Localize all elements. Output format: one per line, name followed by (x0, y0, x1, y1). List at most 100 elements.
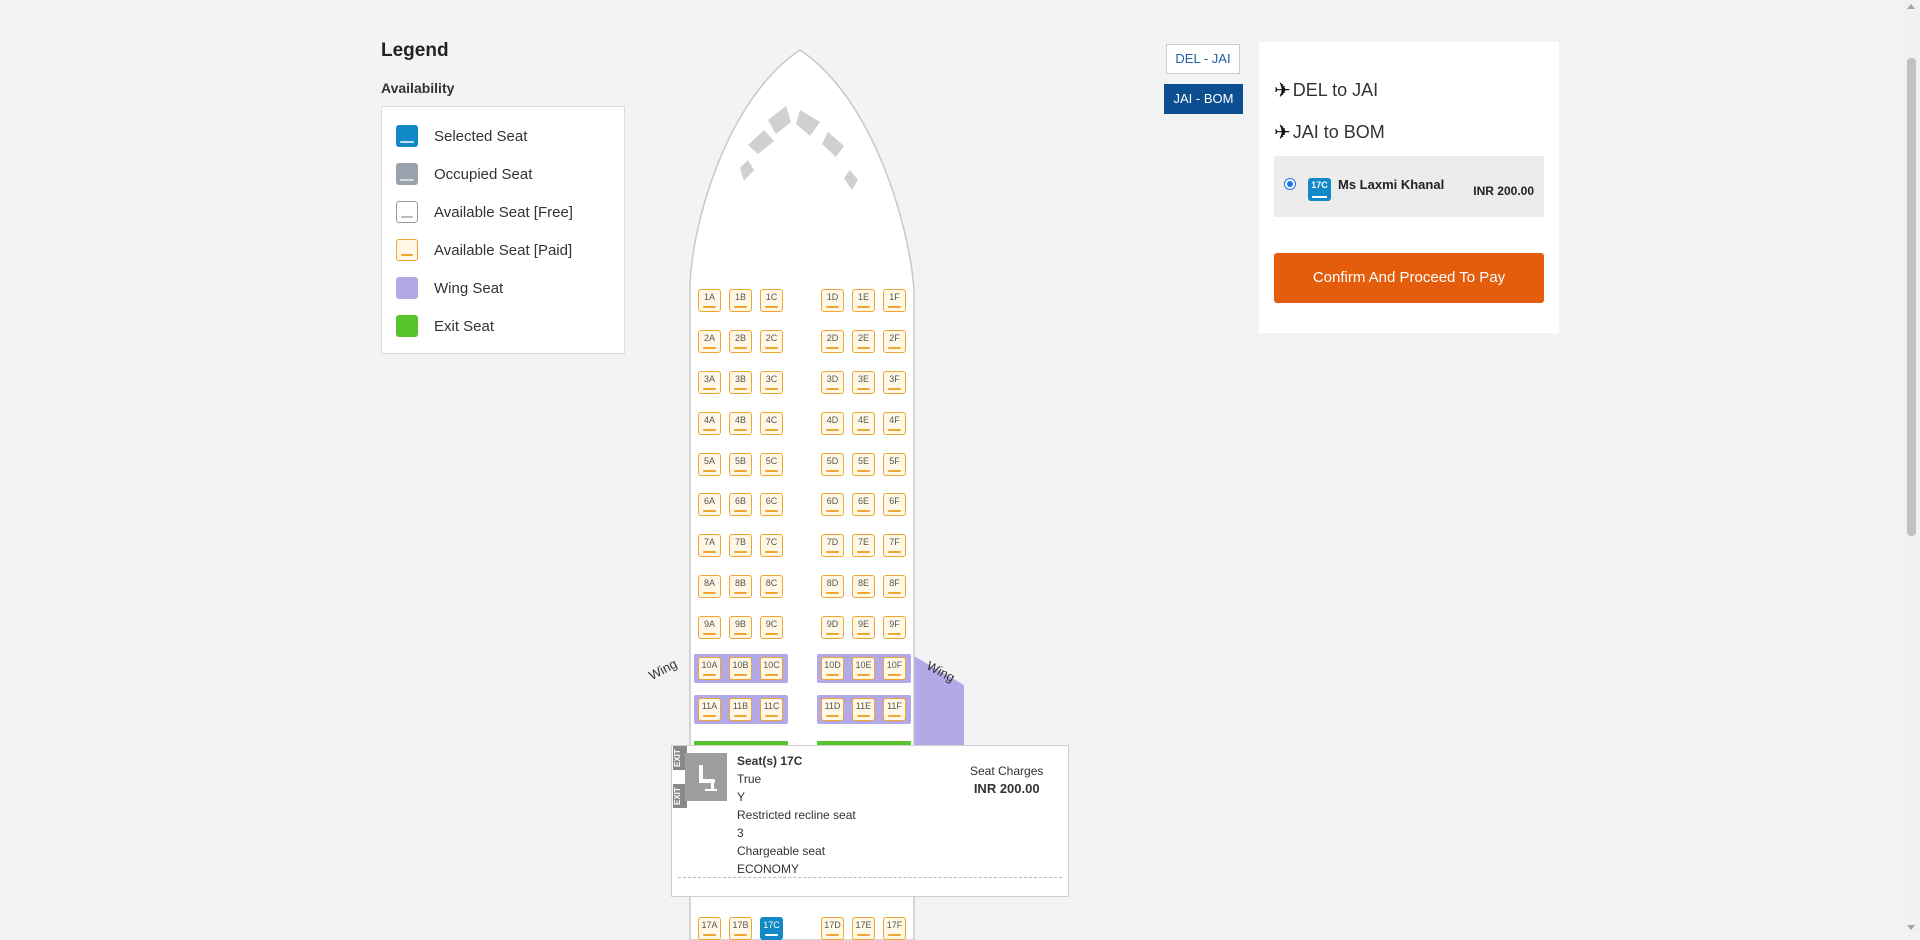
seat-2d[interactable]: 2D (821, 330, 844, 353)
seat-1b[interactable]: 1B (729, 289, 752, 312)
seat-17e[interactable]: 17E (852, 917, 875, 940)
passenger-seat-price: INR 200.00 (1473, 184, 1534, 198)
seat-6e[interactable]: 6E (852, 493, 875, 516)
paid-seat-swatch (396, 239, 418, 261)
seat-9b[interactable]: 9B (729, 616, 752, 639)
seat-9a[interactable]: 9A (698, 616, 721, 639)
seat-info-line: ECONOMY (737, 862, 800, 876)
seat-10c[interactable]: 10C (760, 657, 783, 680)
seat-summary-panel: ✈ DEL to JAI ✈ JAI to BOM 17C Ms Laxmi K… (1259, 42, 1559, 333)
tab-del-jai[interactable]: DEL - JAI (1166, 44, 1240, 74)
seat-3f[interactable]: 3F (883, 371, 906, 394)
scroll-up-arrow-icon[interactable] (1907, 4, 1915, 9)
legend-label: Selected Seat (434, 127, 528, 145)
scroll-thumb[interactable] (1907, 58, 1916, 536)
seat-3c[interactable]: 3C (760, 371, 783, 394)
seat-7a[interactable]: 7A (698, 534, 721, 557)
route-label: JAI to BOM (1292, 122, 1385, 142)
legend-subtitle: Availability (381, 80, 455, 96)
passenger-name: Ms Laxmi Khanal (1338, 177, 1445, 192)
seat-11a[interactable]: 11A (698, 698, 721, 721)
seat-2e[interactable]: 2E (852, 330, 875, 353)
seat-1d[interactable]: 1D (821, 289, 844, 312)
legend-label: Available Seat [Paid] (434, 241, 573, 259)
seat-8d[interactable]: 8D (821, 575, 844, 598)
seat-5c[interactable]: 5C (760, 453, 783, 476)
seat-1e[interactable]: 1E (852, 289, 875, 312)
seat-1f[interactable]: 1F (883, 289, 906, 312)
seat-2f[interactable]: 2F (883, 330, 906, 353)
seat-1c[interactable]: 1C (760, 289, 783, 312)
seat-3a[interactable]: 3A (698, 371, 721, 394)
seat-11d[interactable]: 11D (821, 698, 844, 721)
seat-5a[interactable]: 5A (698, 453, 721, 476)
seat-11e[interactable]: 11E (852, 698, 875, 721)
seat-7f[interactable]: 7F (883, 534, 906, 557)
seat-2a[interactable]: 2A (698, 330, 721, 353)
scroll-down-arrow-icon[interactable] (1907, 925, 1915, 930)
seat-10e[interactable]: 10E (852, 657, 875, 680)
seat-17f[interactable]: 17F (883, 917, 906, 940)
seat-8b[interactable]: 8B (729, 575, 752, 598)
seat-10d[interactable]: 10D (821, 657, 844, 680)
page-scrollbar[interactable] (1903, 0, 1920, 934)
tab-jai-bom[interactable]: JAI - BOM (1164, 84, 1243, 114)
seat-5b[interactable]: 5B (729, 453, 752, 476)
seat-4c[interactable]: 4C (760, 412, 783, 435)
seat-17d[interactable]: 17D (821, 917, 844, 940)
seat-4d[interactable]: 4D (821, 412, 844, 435)
seat-5d[interactable]: 5D (821, 453, 844, 476)
seat-6b[interactable]: 6B (729, 493, 752, 516)
seat-17b[interactable]: 17B (729, 917, 752, 940)
seat-8f[interactable]: 8F (883, 575, 906, 598)
seat-5f[interactable]: 5F (883, 453, 906, 476)
seat-info-tooltip: EXIT EXIT Seat(s) 17C True Y Restricted … (671, 745, 1069, 897)
seat-1a[interactable]: 1A (698, 289, 721, 312)
passenger-card[interactable]: 17C Ms Laxmi Khanal INR 200.00 (1274, 156, 1544, 217)
seat-7b[interactable]: 7B (729, 534, 752, 557)
seat-11b[interactable]: 11B (729, 698, 752, 721)
seat-8c[interactable]: 8C (760, 575, 783, 598)
seat-8a[interactable]: 8A (698, 575, 721, 598)
seat-6a[interactable]: 6A (698, 493, 721, 516)
seat-10f[interactable]: 10F (883, 657, 906, 680)
seat-7c[interactable]: 7C (760, 534, 783, 557)
seat-5e[interactable]: 5E (852, 453, 875, 476)
seat-11f[interactable]: 11F (883, 698, 906, 721)
seat-6f[interactable]: 6F (883, 493, 906, 516)
seat-9e[interactable]: 9E (852, 616, 875, 639)
seat-6c[interactable]: 6C (760, 493, 783, 516)
passenger-radio[interactable] (1284, 178, 1296, 190)
seat-4f[interactable]: 4F (883, 412, 906, 435)
seat-info-title: Seat(s) 17C (737, 754, 803, 768)
seat-2c[interactable]: 2C (760, 330, 783, 353)
confirm-proceed-button[interactable]: Confirm And Proceed To Pay (1274, 253, 1544, 303)
seat-3d[interactable]: 3D (821, 371, 844, 394)
seat-6d[interactable]: 6D (821, 493, 844, 516)
legend-panel: Legend Availability Selected Seat Occupi… (381, 40, 625, 354)
plane-icon: ✈ (1274, 122, 1291, 144)
seat-3e[interactable]: 3E (852, 371, 875, 394)
seat-2b[interactable]: 2B (729, 330, 752, 353)
seat-17c[interactable]: 17C (760, 917, 783, 940)
seat-10a[interactable]: 10A (698, 657, 721, 680)
seat-7d[interactable]: 7D (821, 534, 844, 557)
seat-4e[interactable]: 4E (852, 412, 875, 435)
seat-8e[interactable]: 8E (852, 575, 875, 598)
seat-10b[interactable]: 10B (729, 657, 752, 680)
occupied-seat-swatch (396, 163, 418, 185)
selected-seat-swatch (396, 125, 418, 147)
legend-item-exit: Exit Seat (396, 307, 624, 345)
seat-3b[interactable]: 3B (729, 371, 752, 394)
seat-7e[interactable]: 7E (852, 534, 875, 557)
route-del-jai: ✈ DEL to JAI (1274, 78, 1378, 103)
tooltip-divider (678, 877, 1062, 878)
legend-label: Exit Seat (434, 317, 495, 335)
seat-4a[interactable]: 4A (698, 412, 721, 435)
seat-4b[interactable]: 4B (729, 412, 752, 435)
seat-17a[interactable]: 17A (698, 917, 721, 940)
seat-9c[interactable]: 9C (760, 616, 783, 639)
seat-9d[interactable]: 9D (821, 616, 844, 639)
seat-11c[interactable]: 11C (760, 698, 783, 721)
seat-9f[interactable]: 9F (883, 616, 906, 639)
